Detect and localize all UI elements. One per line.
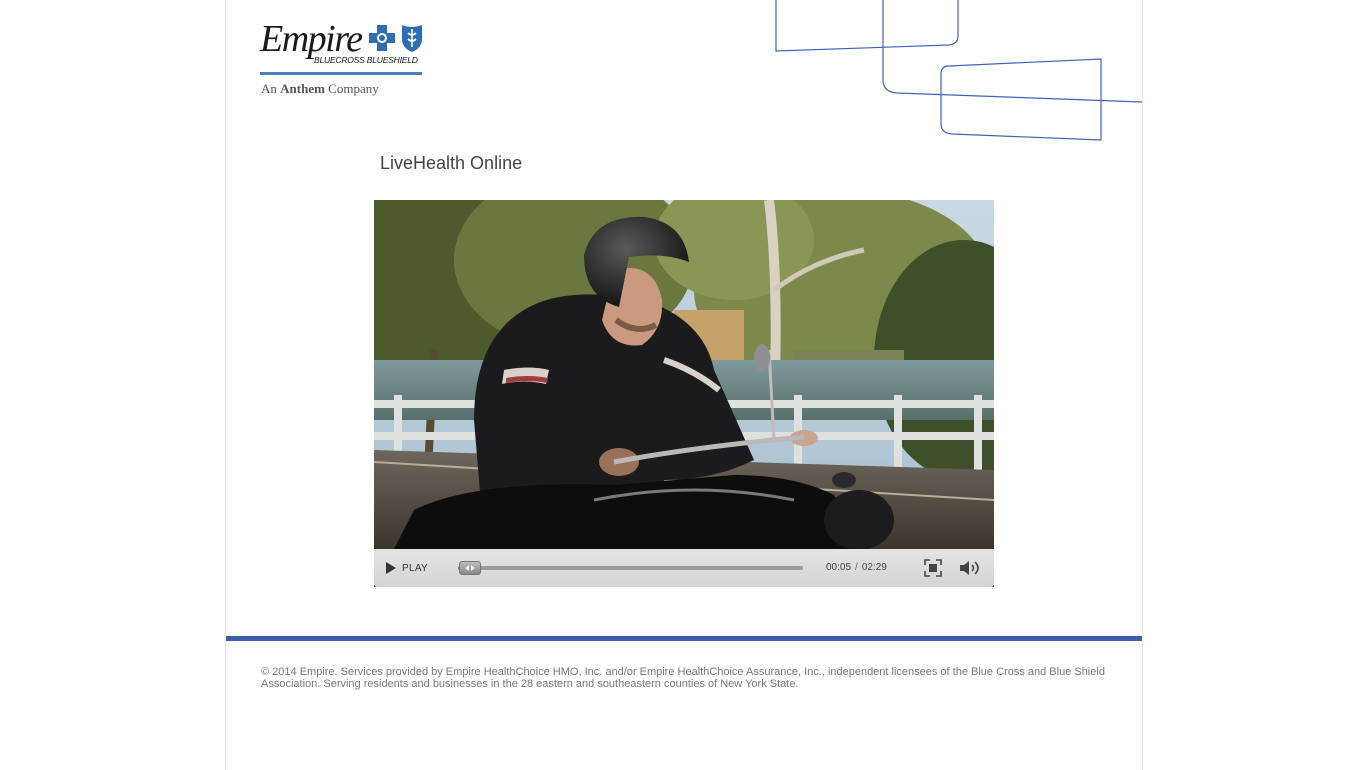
logo-tagline: An Anthem Company — [261, 81, 379, 97]
current-time: 00:05 — [826, 562, 852, 573]
cross-shield-icon — [369, 25, 422, 52]
seek-handle[interactable] — [458, 561, 481, 575]
tagline-anthem: Anthem — [280, 81, 325, 96]
video-controls: PLAY 00:05/02:29 — [374, 549, 994, 587]
time-display: 00:05/02:29 — [826, 562, 887, 573]
volume-icon[interactable] — [959, 559, 981, 577]
page-title: LiveHealth Online — [380, 153, 523, 173]
video-still-image — [374, 200, 994, 549]
video-player[interactable]: PLAY 00:05/02:29 — [374, 200, 994, 587]
footer-divider — [226, 636, 1142, 641]
play-icon — [386, 562, 396, 574]
play-label: PLAY — [402, 562, 429, 574]
video-frame[interactable] — [374, 200, 994, 549]
logo-subtitle: BLUECROSS BLUESHIELD — [314, 55, 418, 65]
play-button[interactable]: PLAY — [386, 560, 428, 576]
page-container: Empire BLUECROSS BLUESHIELD An Anthem Co… — [225, 0, 1143, 770]
time-separator: / — [855, 562, 858, 573]
logo-rule — [260, 72, 422, 75]
seek-bar[interactable] — [458, 561, 803, 575]
logo-wordmark: Empire — [260, 18, 363, 60]
tagline-suffix: Company — [328, 81, 379, 96]
decorative-outline-shapes — [775, 0, 1142, 141]
duration: 02:29 — [861, 562, 887, 573]
legal-text: © 2014 Empire. Services provided by Empi… — [261, 666, 1105, 690]
empire-logo[interactable]: Empire BLUECROSS BLUESHIELD An Anthem Co… — [260, 20, 430, 102]
tagline-prefix: An — [261, 81, 277, 96]
fullscreen-icon[interactable] — [924, 559, 942, 577]
